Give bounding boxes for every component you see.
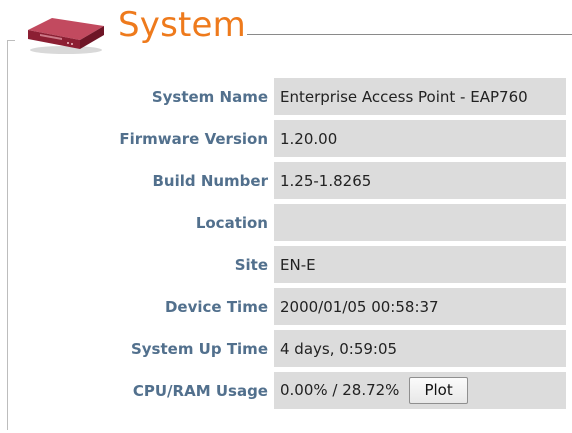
device-time-label: Device Time <box>164 297 268 316</box>
row-location: Location <box>78 204 566 241</box>
row-build-number: Build Number 1.25-1.8265 <box>78 162 566 199</box>
cpu-ram-usage-cell: 0.00% / 28.72% Plot <box>274 372 566 409</box>
build-number-label: Build Number <box>152 171 268 190</box>
section-frame-tick <box>7 40 15 41</box>
system-name-label: System Name <box>151 87 268 106</box>
row-cpu-ram-usage: CPU/RAM Usage 0.00% / 28.72% Plot <box>78 372 566 409</box>
cpu-ram-usage-value: 0.00% / 28.72% <box>280 381 400 399</box>
firmware-version-label: Firmware Version <box>119 129 268 148</box>
cpu-ram-usage-label: CPU/RAM Usage <box>132 381 268 400</box>
location-value <box>274 204 566 241</box>
build-number-value: 1.25-1.8265 <box>274 162 566 199</box>
row-system-name: System Name Enterprise Access Point - EA… <box>78 78 566 115</box>
row-site: Site EN-E <box>78 246 566 283</box>
device-time-value: 2000/01/05 00:58:37 <box>274 288 566 325</box>
system-info-table: System Name Enterprise Access Point - EA… <box>78 73 566 414</box>
section-frame-top <box>247 34 572 35</box>
router-device-icon <box>28 18 104 54</box>
firmware-version-value: 1.20.00 <box>274 120 566 157</box>
plot-button[interactable]: Plot <box>409 377 468 404</box>
system-up-time-label: System Up Time <box>130 339 268 358</box>
site-value: EN-E <box>274 246 566 283</box>
section-frame-left <box>7 40 8 430</box>
row-firmware-version: Firmware Version 1.20.00 <box>78 120 566 157</box>
section-title: System <box>118 5 246 45</box>
row-system-up-time: System Up Time 4 days, 0:59:05 <box>78 330 566 367</box>
system-name-value: Enterprise Access Point - EAP760 <box>274 78 566 115</box>
row-device-time: Device Time 2000/01/05 00:58:37 <box>78 288 566 325</box>
site-label: Site <box>234 255 268 274</box>
system-up-time-value: 4 days, 0:59:05 <box>274 330 566 367</box>
location-label: Location <box>195 213 268 232</box>
